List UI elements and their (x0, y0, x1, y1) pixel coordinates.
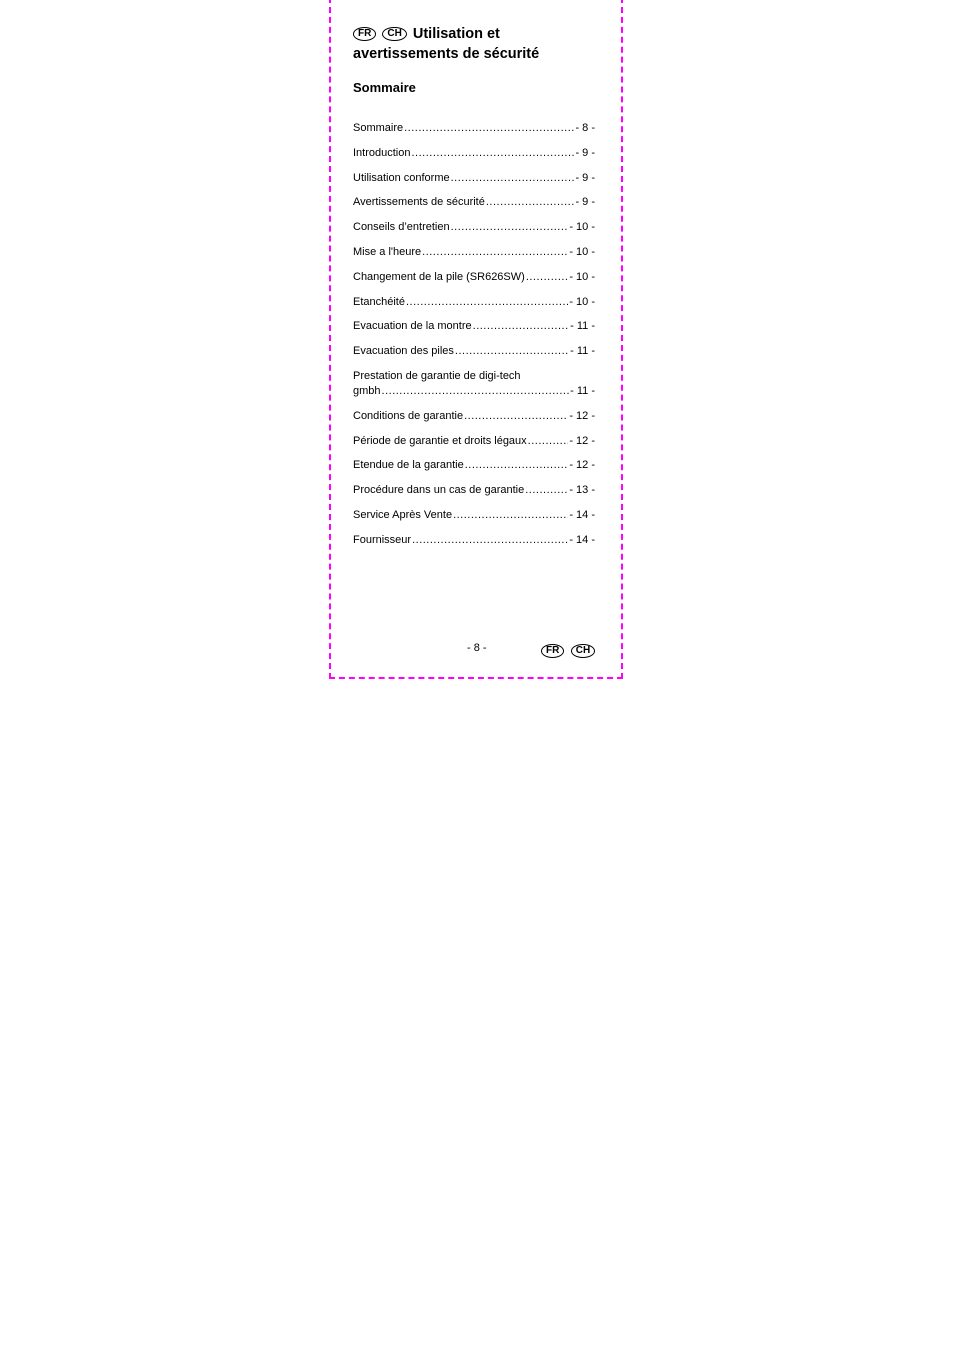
footer-badges: FR CH (541, 642, 597, 660)
toc-entry-title: Conditions de garantie (353, 409, 464, 422)
toc-entry-line: Etanchéité - 10 - (353, 295, 595, 310)
toc-entry[interactable]: Etendue de la garantie - 12 - (353, 458, 595, 483)
toc-entry-page: - 14 - (569, 508, 595, 521)
toc-entry-line: gmbh - 11 - (353, 384, 595, 399)
dot-leader (528, 434, 569, 449)
dot-leader (525, 483, 568, 498)
toc-entry[interactable]: Sommaire - 8 - (353, 121, 595, 146)
toc-entry-line: Introduction - 9 - (353, 146, 595, 161)
toc-entry[interactable]: Utilisation conforme - 9 - (353, 171, 595, 196)
toc-entry-page: - 11 - (570, 384, 595, 397)
toc-entry-line: Avertissements de sécurité - 9 - (353, 195, 595, 210)
toc-entry-title: Conseils d’entretien (353, 221, 450, 234)
dot-leader (464, 409, 568, 424)
dot-leader (404, 121, 574, 136)
toc-entry-line: Mise a l'heure - 10 - (353, 245, 595, 260)
toc-entry-line: Changement de la pile (SR626SW) - 10 - (353, 270, 595, 285)
toc-entry-title: Avertissements de sécurité (353, 196, 485, 209)
toc-entry-title: Evacuation des piles (353, 345, 454, 358)
toc-entry[interactable]: Etanchéité - 10 - (353, 295, 595, 320)
toc-entry-page: - 13 - (569, 484, 595, 497)
toc-entry-title: Procédure dans un cas de garantie (353, 484, 525, 497)
toc-entry[interactable]: Evacuation des piles - 11 - (353, 344, 595, 369)
toc-entry-page: - 14 - (569, 533, 595, 546)
toc-entry-page: - 9 - (575, 146, 595, 159)
country-badge-ch: CH (382, 27, 407, 41)
dot-leader (406, 295, 568, 310)
table-of-contents: Sommaire- 8 -Introduction- 9 -Utilisatio… (353, 121, 595, 558)
toc-entry[interactable]: Fournisseur - 14 - (353, 533, 595, 558)
toc-entry-page: - 12 - (569, 434, 595, 447)
toc-entry[interactable]: Avertissements de sécurité - 9 - (353, 195, 595, 220)
toc-entry-title: Changement de la pile (SR626SW) (353, 270, 525, 283)
toc-entry-title: Evacuation de la montre (353, 320, 472, 333)
toc-heading: Sommaire (353, 80, 416, 95)
page-number: - 8 - (467, 642, 487, 654)
page-title: FR CH Utilisation et avertissements de s… (353, 24, 603, 64)
toc-entry-line: Sommaire - 8 - (353, 121, 595, 136)
toc-entry-line: Période de garantie et droits légaux - 12… (353, 434, 595, 449)
toc-entry-title: Etanchéité (353, 295, 405, 308)
dot-leader (382, 384, 570, 399)
toc-entry-title: Etendue de la garantie (353, 459, 464, 472)
dot-leader (453, 508, 568, 523)
country-badge-fr: FR (353, 27, 377, 41)
toc-entry-page: - 10 - (569, 295, 595, 308)
toc-entry[interactable]: Service Après Vente - 14 - (353, 508, 595, 533)
toc-entry-line: Utilisation conforme - 9 - (353, 171, 595, 186)
toc-entry-line: Service Après Vente - 14 - (353, 508, 595, 523)
toc-entry-title: Période de garantie et droits légaux (353, 434, 527, 447)
page-title-text: Utilisation et avertissements de sécurit… (353, 26, 540, 62)
toc-entry[interactable]: Prestation de garantie de digi-tech gmbh -… (353, 369, 595, 409)
document-page: FR CH Utilisation et avertissements de s… (329, 0, 623, 679)
toc-entry-page: - 11 - (570, 320, 595, 333)
toc-entry-line: Evacuation de la montre - 11 - (353, 319, 595, 334)
toc-entry[interactable]: Période de garantie et droits légaux - 12… (353, 434, 595, 459)
dot-leader (451, 171, 575, 186)
toc-entry-page: - 12 - (569, 459, 595, 472)
toc-entry[interactable]: Procédure dans un cas de garantie - 13 - (353, 483, 595, 508)
toc-entry-line: Etendue de la garantie - 12 - (353, 458, 595, 473)
toc-entry-line: Fournisseur - 14 - (353, 533, 595, 548)
dot-leader (473, 319, 570, 334)
dot-leader (411, 146, 574, 161)
toc-entry-page: - 9 - (575, 171, 595, 184)
toc-entry-line: Procédure dans un cas de garantie - 13 - (353, 483, 595, 498)
dot-leader (465, 458, 569, 473)
country-badge-fr: FR (541, 644, 565, 658)
toc-entry-title: Utilisation conforme (353, 171, 450, 184)
toc-entry-title: Service Après Vente (353, 508, 453, 521)
dot-leader (526, 270, 569, 285)
toc-entry-title: Sommaire (353, 122, 404, 134)
dot-leader (422, 245, 568, 260)
toc-entry-page: - 12 - (569, 409, 595, 422)
toc-entry-title: gmbh (353, 384, 381, 397)
toc-entry-title: Mise a l'heure (353, 245, 422, 258)
toc-entry[interactable]: Evacuation de la montre - 11 - (353, 319, 595, 344)
toc-entry-line: Conditions de garantie - 12 - (353, 409, 595, 424)
toc-entry-title: Introduction (353, 146, 411, 159)
toc-entry-page: - 9 - (575, 196, 595, 209)
toc-entry[interactable]: Introduction - 9 - (353, 146, 595, 171)
toc-entry-page: - 11 - (570, 345, 595, 358)
dot-leader (486, 195, 575, 210)
toc-entry[interactable]: Conseils d’entretien - 10 - (353, 220, 595, 245)
toc-entry-page: - 10 - (569, 245, 595, 258)
dot-leader (455, 344, 569, 359)
toc-entry-line: Conseils d’entretien - 10 - (353, 220, 595, 235)
toc-entry[interactable]: Mise a l'heure - 10 - (353, 245, 595, 270)
dot-leader (451, 220, 569, 235)
toc-entry-line: Evacuation des piles - 11 - (353, 344, 595, 359)
toc-entry-title-line1: Prestation de garantie de digi-tech (353, 369, 521, 382)
country-badge-ch: CH (570, 644, 596, 658)
toc-entry-title: Fournisseur (353, 533, 412, 546)
toc-entry[interactable]: Changement de la pile (SR626SW) - 10 - (353, 270, 595, 295)
toc-entry-page: - 10 - (569, 270, 595, 283)
toc-entry-page: - 8 - (575, 122, 595, 134)
dot-leader (412, 533, 568, 548)
toc-entry[interactable]: Conditions de garantie - 12 - (353, 409, 595, 434)
toc-entry-page: - 10 - (569, 221, 595, 234)
